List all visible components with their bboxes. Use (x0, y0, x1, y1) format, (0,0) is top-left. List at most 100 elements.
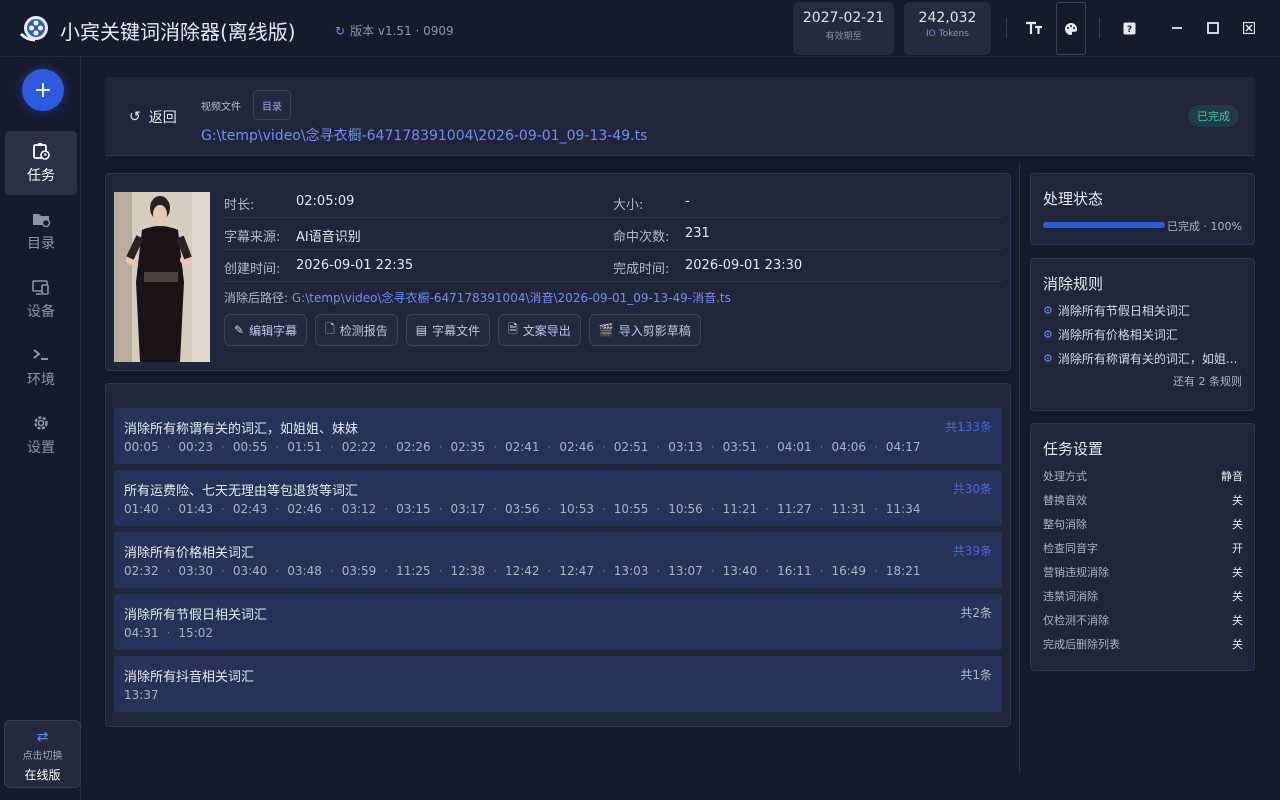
timestamp[interactable]: 04:01 (777, 440, 812, 454)
sidebar-item-settings[interactable]: 设置 (5, 403, 77, 467)
more-rules-link[interactable]: 还有 2 条规则 (1173, 373, 1242, 389)
timestamp[interactable]: 13:07 (668, 564, 703, 578)
timestamp[interactable]: 15:02 (178, 626, 213, 640)
folder-settings-icon (33, 214, 51, 228)
timestamp[interactable]: 00:23 (178, 440, 213, 454)
back-label: 返回 (148, 110, 177, 126)
timestamp[interactable]: 00:05 (124, 440, 159, 454)
timestamp[interactable]: 03:40 (233, 564, 268, 578)
rules-panel: 消除规则 ⚙ 消除所有节假日相关词汇 ⚙ 消除所有价格相关词汇 ⚙ 消除所有称谓… (1030, 258, 1255, 411)
timestamp[interactable]: 02:46 (287, 502, 322, 516)
timestamp[interactable]: 12:47 (559, 564, 594, 578)
timestamp[interactable]: 12:42 (505, 564, 540, 578)
result-item[interactable]: 消除所有节假日相关词汇 共2条 04:31 · 15:02 (114, 594, 1002, 650)
sidebar-item-environment[interactable]: 环境 (5, 335, 77, 399)
sidebar-item-directory[interactable]: 目录 (5, 199, 77, 263)
switch-online-button[interactable]: ⇄ 点击切换 在线版 (4, 720, 81, 788)
timestamp[interactable]: 03:30 (178, 564, 213, 578)
timestamp[interactable]: 11:34 (886, 502, 921, 516)
result-title: 消除所有抖音相关词汇 (124, 670, 255, 685)
setting-row: 替换音效 关 (1043, 492, 1243, 508)
timestamp[interactable]: 00:55 (233, 440, 268, 454)
add-task-button[interactable]: + (22, 69, 64, 111)
result-item[interactable]: 消除所有价格相关词汇 共39条 02:32 · 03:30 · 03:40 · 03:48 · 03… (114, 532, 1002, 588)
timestamp[interactable]: 02:32 (124, 564, 159, 578)
timestamp[interactable]: 02:51 (614, 440, 649, 454)
result-item[interactable]: 所有运费险、七天无理由等包退货等词汇 共30条 01:40 · 01:43 · 02:43 ·… (114, 470, 1002, 526)
swap-arrows-icon: ⇄ (36, 729, 49, 745)
hits-value: 231 (685, 226, 710, 241)
edit-subtitle-button[interactable]: ✎ 编辑字幕 (224, 314, 308, 346)
open-directory-button[interactable]: 目录 (253, 90, 291, 120)
result-count: 共39条 (952, 544, 992, 558)
timestamp[interactable]: 03:15 (396, 502, 431, 516)
timestamp[interactable]: 02:43 (233, 502, 268, 516)
maximize-icon[interactable] (1199, 14, 1227, 42)
timestamp[interactable]: 03:59 (342, 564, 377, 578)
import-draft-button[interactable]: 🎬 导入剪影草稿 (588, 314, 701, 346)
robot-icon: ⚙ (1043, 328, 1053, 341)
size-label: 大小: (613, 198, 644, 213)
timestamp[interactable]: 03:12 (342, 502, 377, 516)
timestamp[interactable]: 01:51 (287, 440, 322, 454)
timestamp[interactable]: 13:37 (124, 688, 159, 702)
timestamp[interactable]: 04:06 (831, 440, 866, 454)
result-item[interactable]: 消除所有抖音相关词汇 共1条 13:37 (114, 656, 1002, 712)
export-text-button[interactable]: 🗎 文案导出 (498, 314, 581, 346)
timestamp[interactable]: 13:40 (723, 564, 758, 578)
timestamp[interactable]: 11:31 (831, 502, 866, 516)
panel-title: 任务设置 (1043, 440, 1104, 458)
timestamp[interactable]: 01:43 (178, 502, 213, 516)
timestamp-list: 00:05 · 00:23 · 00:55 · 01:51 · 02:22 · 02:26 · 02:3… (124, 440, 921, 454)
back-button[interactable]: ↺ 返回 (129, 107, 177, 127)
font-size-icon[interactable] (1020, 14, 1048, 42)
switch-target: 在线版 (24, 768, 61, 782)
sidebar-item-task[interactable]: 任务 (5, 131, 77, 195)
timestamp[interactable]: 04:31 (124, 626, 159, 640)
sidebar-item-devices[interactable]: 设备 (5, 267, 77, 331)
timestamp[interactable]: 03:17 (451, 502, 486, 516)
timestamp[interactable]: 02:46 (559, 440, 594, 454)
close-icon[interactable] (1235, 14, 1263, 42)
timestamp[interactable]: 11:25 (396, 564, 431, 578)
setting-value: 关 (1232, 566, 1243, 579)
timestamp[interactable]: 10:55 (614, 502, 649, 516)
progress-fill (1043, 222, 1165, 228)
timestamp[interactable]: 03:56 (505, 502, 540, 516)
sidebar-item-label: 任务 (27, 168, 55, 184)
timestamp[interactable]: 03:13 (668, 440, 703, 454)
palette-icon[interactable] (1056, 2, 1086, 55)
timestamp[interactable]: 18:21 (886, 564, 921, 578)
result-item[interactable]: 消除所有称谓有关的词汇，如姐姐、妹妹 共133条 00:05 · 00:23 · 00:55… (114, 408, 1002, 464)
timestamp[interactable]: 03:51 (723, 440, 758, 454)
tokens-prefix: IO (926, 29, 936, 39)
output-path-value[interactable]: G:\temp\video\念寻衣橱-647178391004\消音\2026-… (292, 291, 731, 305)
timestamp[interactable]: 02:26 (396, 440, 431, 454)
timestamp[interactable]: 10:53 (559, 502, 594, 516)
timestamp[interactable]: 13:03 (614, 564, 649, 578)
timestamp[interactable]: 12:38 (451, 564, 486, 578)
minimize-icon[interactable] (1163, 14, 1191, 42)
help-icon[interactable]: ? (1115, 14, 1143, 42)
timestamp[interactable]: 10:56 (668, 502, 703, 516)
timestamp[interactable]: 03:48 (287, 564, 322, 578)
video-thumbnail[interactable] (114, 192, 210, 362)
video-file-path[interactable]: G:\temp\video\念寻衣橱-647178391004\2026-09-… (201, 125, 647, 145)
detection-report-button[interactable]: 🗋 检测报告 (315, 314, 398, 346)
setting-row: 违禁词消除 关 (1043, 588, 1243, 604)
expiry-date: 2027-02-21 (802, 10, 885, 26)
timestamp[interactable]: 16:49 (831, 564, 866, 578)
timestamp[interactable]: 02:41 (505, 440, 540, 454)
app-logo-icon (19, 16, 48, 42)
timestamp[interactable]: 04:17 (886, 440, 921, 454)
subtitle-source-label: 字幕来源: (224, 230, 281, 245)
duration-value: 02:05:09 (296, 194, 355, 209)
timestamp[interactable]: 01:40 (124, 502, 159, 516)
setting-key: 营销违规消除 (1043, 566, 1109, 579)
timestamp[interactable]: 02:35 (451, 440, 486, 454)
timestamp[interactable]: 02:22 (342, 440, 377, 454)
timestamp[interactable]: 16:11 (777, 564, 812, 578)
timestamp[interactable]: 11:21 (723, 502, 758, 516)
timestamp[interactable]: 11:27 (777, 502, 812, 516)
subtitle-file-button[interactable]: ▤ 字幕文件 (405, 314, 491, 346)
